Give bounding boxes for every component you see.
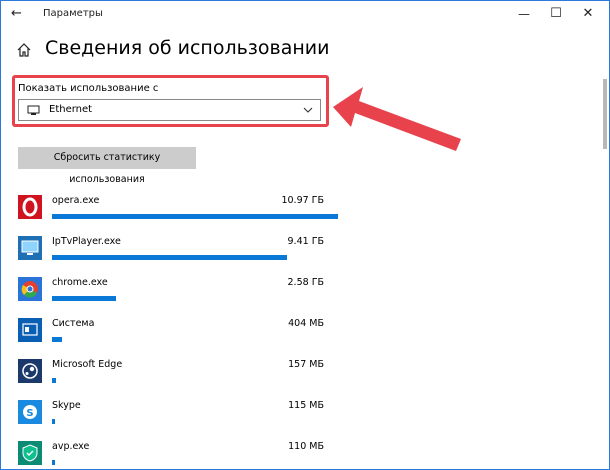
- system-icon: [18, 318, 42, 342]
- app-usage-size: 110 МБ: [288, 441, 324, 452]
- tv-icon: [18, 236, 42, 260]
- usage-bar-fill: [52, 460, 55, 465]
- settings-window: ← Параметры — ☐ ✕ Сведения об использова…: [0, 0, 610, 470]
- kaspersky-icon: [18, 441, 42, 465]
- app-usage-size: 404 МБ: [288, 318, 324, 329]
- app-usage-size: 115 МБ: [288, 400, 324, 411]
- app-usage-row[interactable]: avp.exe 110 МБ: [18, 439, 328, 469]
- usage-bar-fill: [52, 378, 56, 383]
- app-usage-size: 10.97 ГБ: [281, 195, 324, 206]
- skype-icon: S: [18, 400, 42, 424]
- app-name: opera.exe: [52, 195, 100, 206]
- app-usage-size: 9.41 ГБ: [287, 236, 324, 247]
- page-title: Сведения об использовании: [45, 37, 330, 59]
- pointer-arrow-icon: [333, 87, 461, 151]
- usage-bar: [52, 419, 338, 424]
- app-name: Skype: [52, 400, 81, 411]
- app-usage-row[interactable]: opera.exe 10.97 ГБ: [18, 193, 338, 234]
- app-usage-row[interactable]: Система 404 МБ: [18, 316, 328, 357]
- usage-bar-fill: [52, 255, 287, 260]
- maximize-button[interactable]: ☐: [541, 4, 571, 24]
- usage-bar-fill: [52, 337, 62, 342]
- app-usage-row[interactable]: IpTvPlayer.exe 9.41 ГБ: [18, 234, 328, 275]
- steam-icon: [18, 359, 42, 383]
- title-bar: ← Параметры — ☐ ✕: [1, 1, 609, 29]
- usage-bar-fill: [52, 296, 116, 301]
- app-name: Система: [52, 318, 95, 329]
- home-icon[interactable]: [16, 42, 32, 58]
- minimize-button[interactable]: —: [509, 4, 539, 24]
- app-usage-row[interactable]: chrome.exe 2.58 ГБ: [18, 275, 328, 316]
- app-name: Microsoft Edge: [52, 359, 123, 370]
- app-name: avp.exe: [52, 441, 90, 452]
- app-usage-size: 157 МБ: [288, 359, 324, 370]
- app-name: chrome.exe: [52, 277, 108, 288]
- opera-icon: [18, 195, 42, 219]
- usage-bar: [52, 214, 338, 219]
- usage-bar: [52, 296, 338, 301]
- highlight-box: [12, 75, 329, 127]
- usage-bar-fill: [52, 214, 338, 219]
- chrome-icon: [18, 277, 42, 301]
- usage-bar: [52, 460, 338, 465]
- svg-text:S: S: [26, 408, 33, 419]
- app-name: IpTvPlayer.exe: [52, 236, 121, 247]
- usage-bar-fill: [52, 419, 55, 424]
- app-usage-list: opera.exe 10.97 ГБ IpTvPlayer.exe 9.41 ГБ ch…: [18, 193, 338, 469]
- usage-bar: [52, 378, 338, 383]
- scrollbar[interactable]: [603, 79, 607, 149]
- reset-statistics-button[interactable]: Сбросить статистику использования: [18, 147, 196, 185]
- usage-bar: [52, 337, 338, 342]
- app-usage-row[interactable]: S Skype 115 МБ: [18, 398, 328, 439]
- window-title: Параметры: [43, 8, 103, 19]
- back-arrow-icon[interactable]: ←: [11, 5, 27, 23]
- usage-bar: [52, 255, 338, 260]
- app-usage-row[interactable]: Microsoft Edge 157 МБ: [18, 357, 328, 398]
- app-usage-size: 2.58 ГБ: [287, 277, 324, 288]
- close-button[interactable]: ✕: [573, 4, 603, 24]
